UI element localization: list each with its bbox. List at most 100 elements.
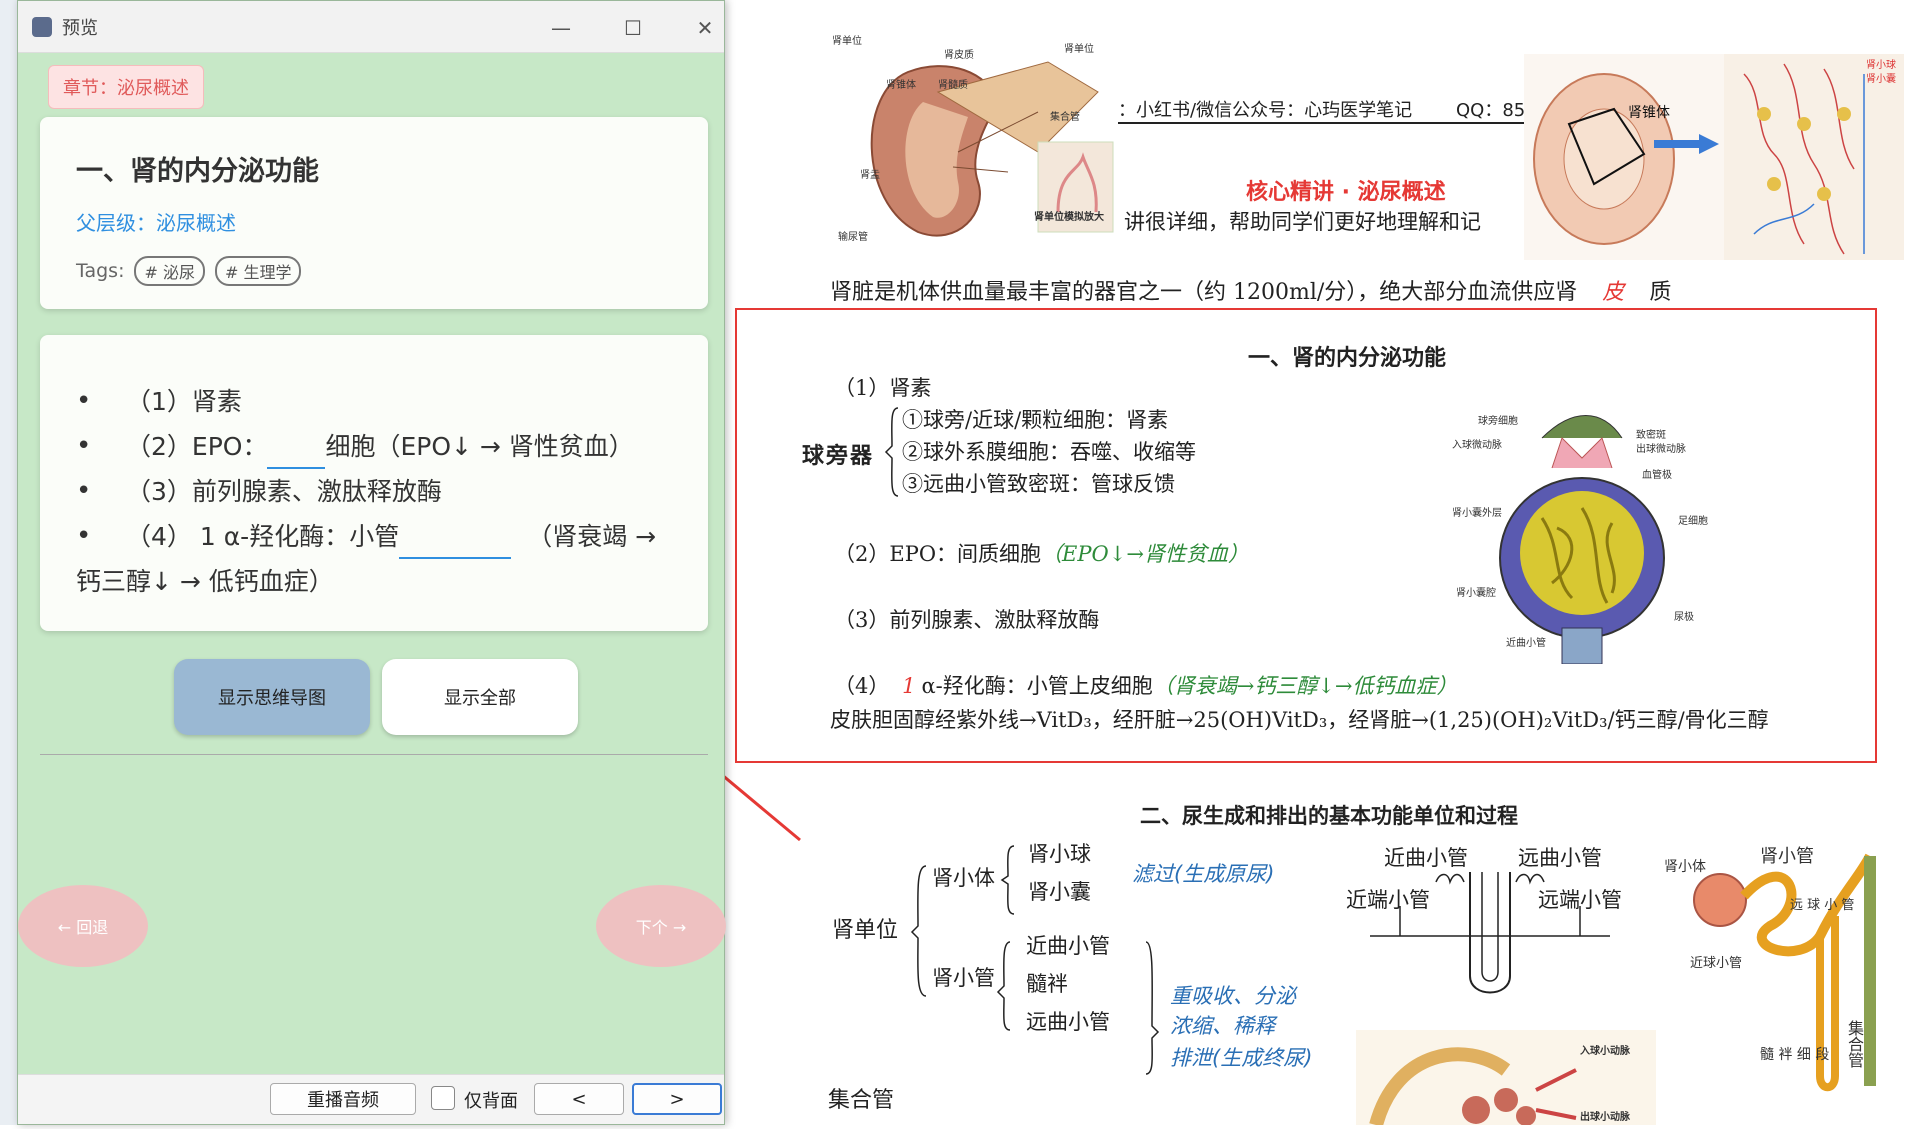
fig-label-collecting: 集合管 — [1050, 112, 1080, 123]
sec2-reabs-2: 浓缩、稀释 — [1170, 1014, 1275, 1038]
renal-anatomy-figure: 肾锥体 肾小球 肾小囊 — [1524, 54, 1904, 260]
close-button[interactable]: ✕ — [690, 13, 720, 43]
vessel-figure: 入球小动脉 出球小动脉 — [1356, 1030, 1656, 1127]
item-hydrox-tail: （肾衰竭 → — [527, 522, 657, 551]
fig-label-macula: 致密斑 — [1636, 430, 1666, 441]
fig-label-ureter: 输尿管 — [838, 232, 868, 243]
nephron-figure: 肾小体 肾小管 远 球 小 管 近球小管 髓 袢 细 段 集合管 — [1660, 836, 1900, 1106]
doc-blood-line: 肾脏是机体供血量最丰富的器官之一（约 1200ml/分），绝大部分血流供应肾 皮… — [830, 274, 1671, 306]
sec2-reabs-3: 排泄(生成终尿) — [1170, 1046, 1313, 1070]
tags-label: Tags: — [76, 260, 125, 282]
fig-label-aff2: 入球小动脉 — [1580, 1046, 1630, 1057]
next-card-button[interactable]: 下个 → — [596, 885, 726, 967]
divider — [40, 754, 708, 755]
blood-line-red: 皮 — [1602, 280, 1625, 305]
sec2-dct: 远曲小管 — [1026, 1010, 1110, 1034]
fig-label-thin-seg: 髓 袢 细 段 — [1760, 1047, 1830, 1063]
sec1-epo: （2）EPO：间质细胞（EPO↓→肾性贫血） — [834, 538, 1249, 568]
sec1-jga-2: ②球外系膜细胞：吞噬、收缩等 — [902, 440, 1196, 464]
fig-label-pyramid: 肾锥体 — [886, 80, 916, 91]
fig-label-eff2: 出球小动脉 — [1580, 1112, 1630, 1123]
fig-label-aff: 入球微动脉 — [1452, 440, 1502, 451]
fig-label-pelvis: 肾盂 — [860, 170, 880, 181]
preview-window: 预览 — ☐ ✕ 章节：泌尿概述 一、肾的内分泌功能 父层级：泌尿概述 Tags… — [17, 0, 726, 1125]
sec2-title: 二、尿生成和排出的基本功能单位和过程 — [1140, 804, 1518, 828]
kidney-section-figure: 肾单位 肾皮质 肾单位 肾锥体 肾髓质 集合管 肾盂 输尿管 肾单位模拟放大 — [832, 32, 1118, 254]
bottom-toolbar: 重播音频 仅背面 < > — [18, 1074, 724, 1124]
next-page-button[interactable]: > — [632, 1083, 722, 1115]
list-item: （2）EPO： 细胞（EPO↓ → 肾性贫血） — [76, 424, 676, 469]
sec2-reabs-1: 重吸收、分泌 — [1170, 984, 1296, 1008]
fig-label-proximal: 近球小管 — [1690, 956, 1743, 971]
sec2-tubule: 肾小管 — [932, 966, 995, 990]
maximize-button[interactable]: ☐ — [618, 13, 648, 43]
show-mindmap-button[interactable]: 显示思维导图 — [174, 659, 370, 735]
tag-urinary[interactable]: # 泌尿 — [134, 256, 205, 286]
doc-core-title: 核心精讲 · 泌尿概述 — [1246, 180, 1446, 205]
cloze-blank[interactable] — [399, 531, 512, 559]
background-app-edge — [0, 0, 17, 1125]
item-renin: （1）肾素 — [126, 387, 242, 416]
loop-prox: 近端小管 — [1346, 888, 1430, 912]
fig-label-cortex: 肾皮质 — [944, 50, 974, 61]
chapter-badge: 章节：泌尿概述 — [48, 65, 204, 109]
fig-label-medulla: 肾髓质 — [938, 80, 968, 91]
glomerulus-figure: 球旁细胞 入球微动脉 致密斑 出球微动脉 血管极 肾小囊外层 足细胞 肾小囊腔 … — [1432, 408, 1762, 665]
sec1-renin: （1）肾素 — [834, 376, 932, 400]
sec2-corpuscle: 肾小体 — [932, 866, 995, 890]
sec2-capsule: 肾小囊 — [1028, 880, 1091, 904]
cloze-blank[interactable] — [267, 441, 326, 469]
fig-label-eff: 出球微动脉 — [1636, 444, 1686, 455]
fig-label-pyramid2: 肾锥体 — [1628, 105, 1670, 121]
sec1-title: 一、肾的内分泌功能 — [1248, 346, 1447, 371]
fig-label-nephron-pos: 肾单位 — [832, 36, 862, 47]
hydrox-num: （4） — [834, 674, 890, 698]
sec2-glomerulus: 肾小球 — [1028, 842, 1091, 866]
sec2-loop: 髓袢 — [1026, 972, 1068, 996]
prev-page-button[interactable]: < — [534, 1083, 624, 1115]
card-heading: 一、肾的内分泌功能 — [76, 156, 319, 187]
sec2-nephron: 肾单位 — [832, 918, 899, 943]
fig-label-glom-tr: 肾小球 — [1866, 60, 1896, 71]
fig-label-podo: 足细胞 — [1678, 516, 1708, 527]
fig-label-pct-small: 近曲小管 — [1506, 638, 1546, 649]
doc-header-contact: ：小红书/微信公众号：心玙医学笔记 — [1118, 100, 1413, 121]
item-epo: （2）EPO： — [126, 432, 268, 461]
sec1-jga-1: ①球旁/近球/颗粒细胞：肾素 — [902, 408, 1169, 432]
replay-audio-button[interactable]: 重播音频 — [270, 1083, 416, 1115]
item-hydrox-continuation: 钙三醇↓ → 低钙血症） — [76, 567, 334, 596]
jga-brace — [884, 407, 899, 497]
parent-level-link[interactable]: 父层级：泌尿概述 — [76, 207, 236, 236]
tags-row: Tags: # 泌尿 # 生理学 — [76, 256, 302, 286]
epo-main: （2）EPO：间质细胞 — [834, 542, 1042, 566]
loop-dct: 远曲小管 — [1518, 846, 1602, 870]
doc-header-rule — [1118, 122, 1528, 124]
minimize-button[interactable]: — — [546, 13, 576, 43]
loop-dist: 远端小管 — [1538, 888, 1622, 912]
loop-pct: 近曲小管 — [1384, 846, 1468, 870]
answer-list: （1）肾素 （2）EPO： 细胞（EPO↓ → 肾性贫血） （3）前列腺素、激肽释… — [76, 379, 676, 559]
front-card: 一、肾的内分泌功能 父层级：泌尿概述 Tags: # 泌尿 # 生理学 — [40, 117, 708, 309]
sec1-hydrox: （4） 1 α-羟化酶：小管上皮细胞（肾衰竭→钙三醇↓→低钙血症） — [834, 670, 1458, 700]
tag-physiology[interactable]: # 生理学 — [214, 256, 302, 286]
hydrox-note: （肾衰竭→钙三醇↓→低钙血症） — [1152, 674, 1458, 698]
app-icon — [32, 16, 52, 37]
sec1-pg: （3）前列腺素、激肽释放酶 — [834, 608, 1100, 632]
sec2-filtration: 滤过(生成原尿) — [1132, 862, 1275, 886]
sec1-jga-label: 球旁器 — [802, 443, 875, 469]
fig-label-cavity: 肾小囊腔 — [1456, 588, 1496, 599]
item-hydrox: （4） 1 α-羟化酶：小管 — [126, 522, 400, 551]
doc-header-qq: QQ：85 — [1456, 100, 1526, 121]
back-only-label: 仅背面 — [464, 1091, 518, 1112]
fig-label-collect-v: 集合管 — [1845, 1020, 1864, 1068]
fig-label-renal-body: 肾小体 — [1664, 859, 1706, 875]
prev-card-button[interactable]: ← 回退 — [18, 885, 148, 967]
sec1-jga-3: ③远曲小管致密斑：管球反馈 — [902, 472, 1175, 496]
fig-label-model: 肾单位模拟放大 — [1034, 212, 1104, 223]
show-all-button[interactable]: 显示全部 — [382, 659, 578, 735]
window-titlebar[interactable]: 预览 — ☐ ✕ — [18, 1, 724, 53]
fig-label-outer: 肾小囊外层 — [1452, 508, 1502, 519]
item-epo-tail: 细胞（EPO↓ → 肾性贫血） — [325, 432, 634, 461]
fig-label-nephron2: 肾单位 — [1064, 44, 1094, 55]
back-only-checkbox[interactable] — [431, 1086, 455, 1110]
